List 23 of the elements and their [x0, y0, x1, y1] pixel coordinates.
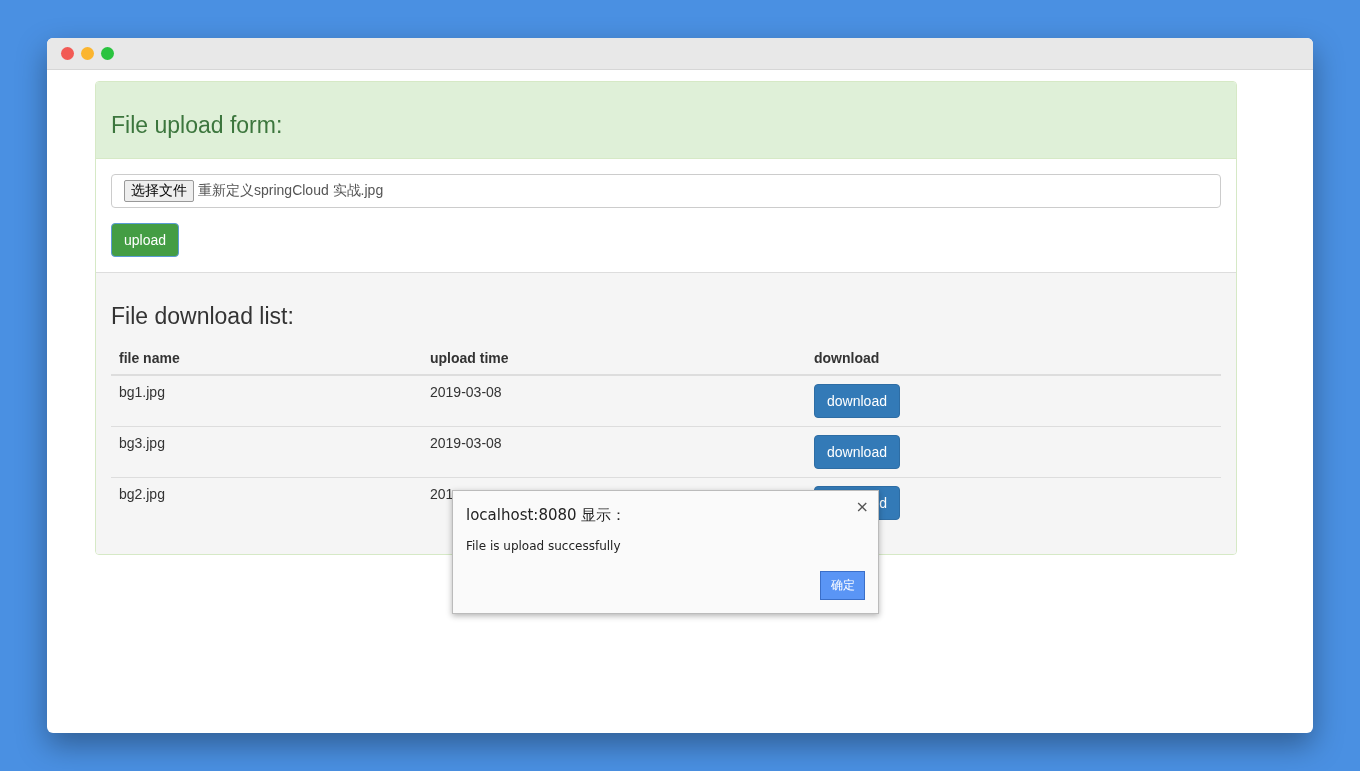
upload-button[interactable]: upload [111, 223, 180, 257]
panel-title: File upload form: [111, 110, 283, 139]
dialog-title: localhost:8080 显示： [466, 506, 627, 525]
minimize-window-icon[interactable] [81, 47, 94, 60]
ok-button[interactable]: 确定 [820, 571, 865, 600]
column-header: upload time [422, 342, 806, 375]
table-cell: 2019-03-08 [422, 426, 806, 478]
column-header: download [806, 342, 1221, 375]
table-cell: bg2.jpg [111, 477, 422, 528]
table-cell: bg3.jpg [111, 426, 422, 478]
close-button[interactable]: × [855, 497, 869, 516]
file-input[interactable]: 选择文件 重新定义springCloud 实战.jpg [111, 174, 1221, 208]
maximize-window-icon[interactable] [101, 47, 114, 60]
file-name: 重新定义springCloud 实战.jpg [198, 182, 384, 200]
table-cell: 2019-03-08 [422, 375, 806, 427]
close-window-icon[interactable] [61, 47, 74, 60]
dialog-message: File is upload successfully [466, 539, 622, 553]
section-title: File download list: [111, 303, 295, 331]
download-button[interactable]: download [814, 435, 900, 469]
choose-file-button[interactable]: 选择文件 [124, 180, 194, 202]
table-cell: bg1.jpg [111, 375, 422, 427]
download-button[interactable]: download [814, 384, 900, 418]
column-header: file name [111, 342, 422, 375]
